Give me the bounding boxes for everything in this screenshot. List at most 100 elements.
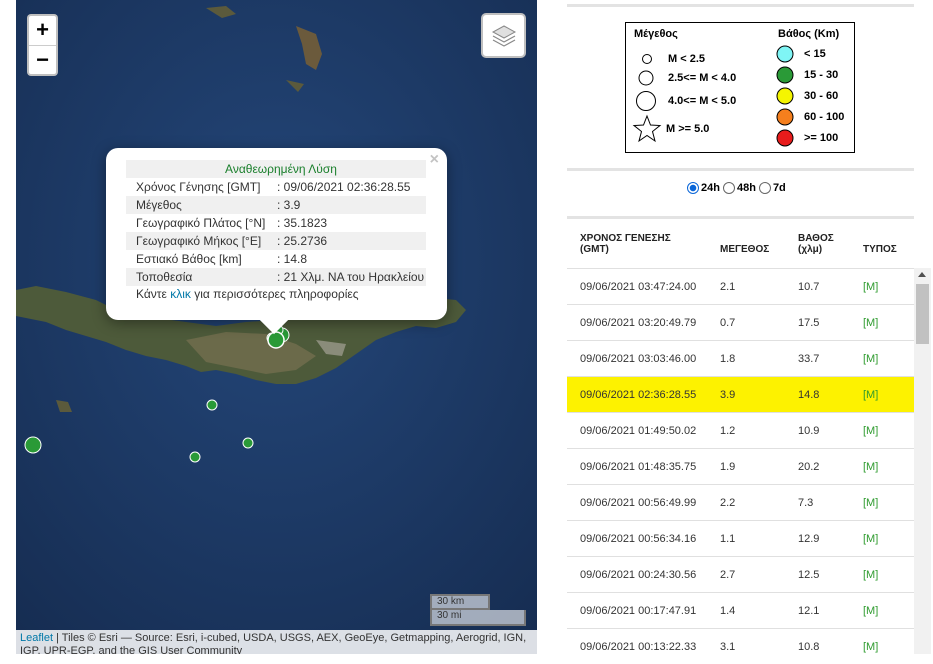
depth-swatch-icon [776,66,794,84]
more-info-link[interactable]: κλικ [170,287,191,301]
cell-depth: 7.3 [798,497,814,509]
cell-mag: 2.7 [720,569,736,581]
cell-depth: 12.1 [798,605,820,617]
legend-depth-label: 15 - 30 [804,69,839,81]
cell-time: 09/06/2021 03:03:46.00 [580,353,697,365]
header-magnitude[interactable]: ΜΕΓΕΘΟΣ [720,244,769,255]
cell-type[interactable]: [M] [863,281,878,293]
more-suffix: για περισσότερες πληροφορίες [190,287,359,301]
radio-24h-label: 24h [701,182,720,194]
cell-type[interactable]: [M] [863,317,878,329]
cell-type[interactable]: [M] [863,461,878,473]
scale-mi: 30 mi [430,610,526,626]
cell-time: 09/06/2021 03:20:49.79 [580,317,697,329]
cell-type[interactable]: [M] [863,605,878,617]
star-icon [632,114,662,143]
popup-close-button[interactable]: × [430,151,439,169]
cell-time: 09/06/2021 00:56:34.16 [580,533,697,545]
more-prefix: Κάντε [136,287,171,301]
cell-type[interactable]: [M] [863,641,878,653]
quake-marker[interactable] [242,437,254,449]
table-row[interactable]: 09/06/2021 00:56:49.99 2.2 7.3 [M] [567,484,914,520]
quake-marker-selected[interactable] [267,331,285,349]
table-row[interactable]: 09/06/2021 01:49:50.02 1.2 10.9 [M] [567,412,914,448]
event-popup: × Αναθεωρημένη Λύση Χρόνος Γένησης [GMT]… [106,148,447,335]
table-row[interactable]: 09/06/2021 00:24:30.56 2.7 12.5 [M] [567,556,914,592]
cell-mag: 2.2 [720,497,736,509]
legend-mag-label: 4.0<= M < 5.0 [668,95,737,107]
scrollbar-thumb[interactable] [916,284,929,344]
radio-7d-label: 7d [772,182,786,194]
cell-type[interactable]: [M] [863,425,878,437]
cell-type[interactable]: [M] [863,353,878,365]
header-depth-label: ΒΑΘΟΣ [798,233,834,244]
cell-time: 09/06/2021 03:47:24.00 [580,281,697,293]
quake-marker[interactable] [24,436,42,454]
scale-km: 30 km [430,594,490,610]
table-scrollbar[interactable] [914,268,931,654]
cell-type[interactable]: [M] [863,497,878,509]
cell-depth: 10.7 [798,281,820,293]
small-circle-icon [642,54,652,64]
legend-mag-large: 4.0<= M < 5.0 [634,89,736,113]
table-row[interactable]: 09/06/2021 03:03:46.00 1.8 33.7 [M] [567,340,914,376]
cell-mag: 1.8 [720,353,736,365]
popup-value: : 3.9 [267,196,426,214]
cell-depth: 33.7 [798,353,820,365]
table-row[interactable]: 09/06/2021 03:20:49.79 0.7 17.5 [M] [567,304,914,340]
popup-value: : 35.1823 [277,216,328,230]
legend-depth-label: 30 - 60 [804,90,839,102]
table-row-selected[interactable]: 09/06/2021 02:36:28.55 3.9 14.8 [M] [567,376,914,412]
quake-marker[interactable] [189,451,201,463]
depth-swatch-icon [776,45,794,63]
legend-depth-label: < 15 [804,48,826,60]
header-depth[interactable]: ΒΑΘΟΣ (χλμ) [798,233,834,255]
legend-depth-row: 30 - 60 [776,87,838,105]
header-time[interactable]: ΧΡΟΝΟΣ ΓΕΝΕΣΗΣ (GMT) [580,233,671,255]
legend-box: Μέγεθος Βάθος (Km) M < 2.5 2.5<= M < 4.0… [625,22,855,153]
popup-value: : 21 Χλμ. ΝΑ του Ηρακλείου [267,268,426,286]
popup-label: Γεωγραφικό Μήκος [°E] [126,232,267,250]
legend-depth-row: < 15 [776,45,826,63]
header-time-unit: (GMT) [580,244,609,255]
table-row[interactable]: 09/06/2021 03:47:24.00 2.1 10.7 [M] [567,268,914,304]
radio-7d[interactable] [758,182,771,194]
cell-type[interactable]: [M] [863,533,878,545]
leaflet-link[interactable]: Leaflet [20,632,53,644]
medium-circle-icon [638,70,654,86]
legend-mag-medium: 2.5<= M < 4.0 [636,68,736,88]
cell-type[interactable]: [M] [863,389,878,401]
cell-depth: 20.2 [798,461,820,473]
radio-24h[interactable] [687,182,699,194]
cell-time: 09/06/2021 00:17:47.91 [580,605,697,617]
header-time-label: ΧΡΟΝΟΣ ΓΕΝΕΣΗΣ [580,233,671,244]
popup-value: : 14.8 [277,252,308,266]
cell-mag: 3.1 [720,641,736,653]
popup-value: : 09/06/2021 02:36:28.55 [277,180,411,194]
legend-depth-row: >= 100 [776,129,838,147]
table-row[interactable]: 09/06/2021 00:17:47.91 1.4 12.1 [M] [567,592,914,628]
map-view[interactable]: + − × Αναθεωρημένη Λύση Χρόνος Γένησης [… [16,0,537,654]
cell-depth: 10.9 [798,425,820,437]
quake-marker[interactable] [206,399,218,411]
table-row[interactable]: 09/06/2021 00:56:34.16 1.1 12.9 [M] [567,520,914,556]
scroll-up-arrow-icon[interactable] [918,272,926,277]
radio-48h-label: 48h [736,182,756,194]
popup-title: Αναθεωρημένη Λύση [126,160,426,178]
cell-mag: 1.1 [720,533,736,545]
legend-magnitude-title: Μέγεθος [634,28,678,40]
table-row[interactable]: 09/06/2021 01:48:35.75 1.9 20.2 [M] [567,448,914,484]
side-panel: Μέγεθος Βάθος (Km) M < 2.5 2.5<= M < 4.0… [567,0,914,654]
radio-48h[interactable] [722,182,735,194]
table-row[interactable]: 09/06/2021 00:13:22.33 3.1 10.8 [M] [567,628,914,664]
cell-depth: 14.8 [798,389,820,401]
map-attribution: Leaflet | Tiles © Esri — Source: Esri, i… [16,630,537,654]
header-type[interactable]: ΤΥΠΟΣ [863,244,897,255]
legend-mag-label: 2.5<= M < 4.0 [668,72,737,84]
cell-time: 09/06/2021 01:48:35.75 [580,461,697,473]
time-range-filter: 24h 48h 7d [687,182,789,194]
attribution-text: | Tiles © Esri — Source: Esri, i-cubed, … [20,632,527,654]
cell-type[interactable]: [M] [863,569,878,581]
popup-label: Γεωγραφικό Πλάτος [°N] [136,216,266,230]
cell-depth: 12.5 [798,569,820,581]
